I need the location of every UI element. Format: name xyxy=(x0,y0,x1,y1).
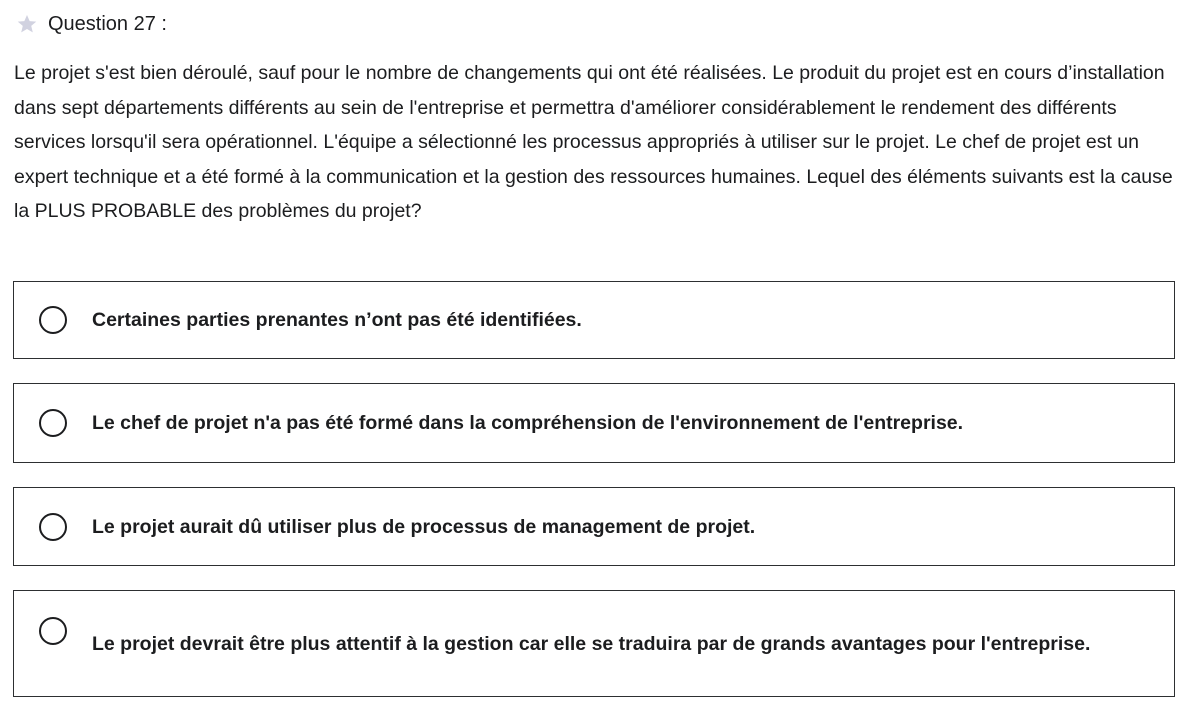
answer-label: Certaines parties prenantes n’ont pas ét… xyxy=(92,309,582,331)
radio-button-icon[interactable] xyxy=(39,306,67,334)
radio-button-icon[interactable] xyxy=(39,409,67,437)
answer-option[interactable]: Le projet devrait être plus attentif à l… xyxy=(13,590,1175,697)
answer-option[interactable]: Certaines parties prenantes n’ont pas ét… xyxy=(13,281,1175,359)
question-number: Question 27 : xyxy=(48,12,167,35)
question-prompt: Le projet s'est bien déroulé, sauf pour … xyxy=(14,62,1173,222)
radio-button-icon[interactable] xyxy=(39,512,67,541)
answer-option[interactable]: Le projet aurait dû utiliser plus de pro… xyxy=(13,487,1175,566)
answer-label: Le projet aurait dû utiliser plus de pro… xyxy=(92,515,756,538)
question-header: Question 27 : xyxy=(16,10,167,38)
radio-button-icon[interactable] xyxy=(39,617,67,645)
answer-label: Le projet devrait être plus attentif à l… xyxy=(92,632,1091,655)
answer-option[interactable]: Le chef de projet n'a pas été formé dans… xyxy=(13,383,1175,463)
star-icon[interactable] xyxy=(16,13,38,35)
answer-label: Le chef de projet n'a pas été formé dans… xyxy=(92,412,964,434)
